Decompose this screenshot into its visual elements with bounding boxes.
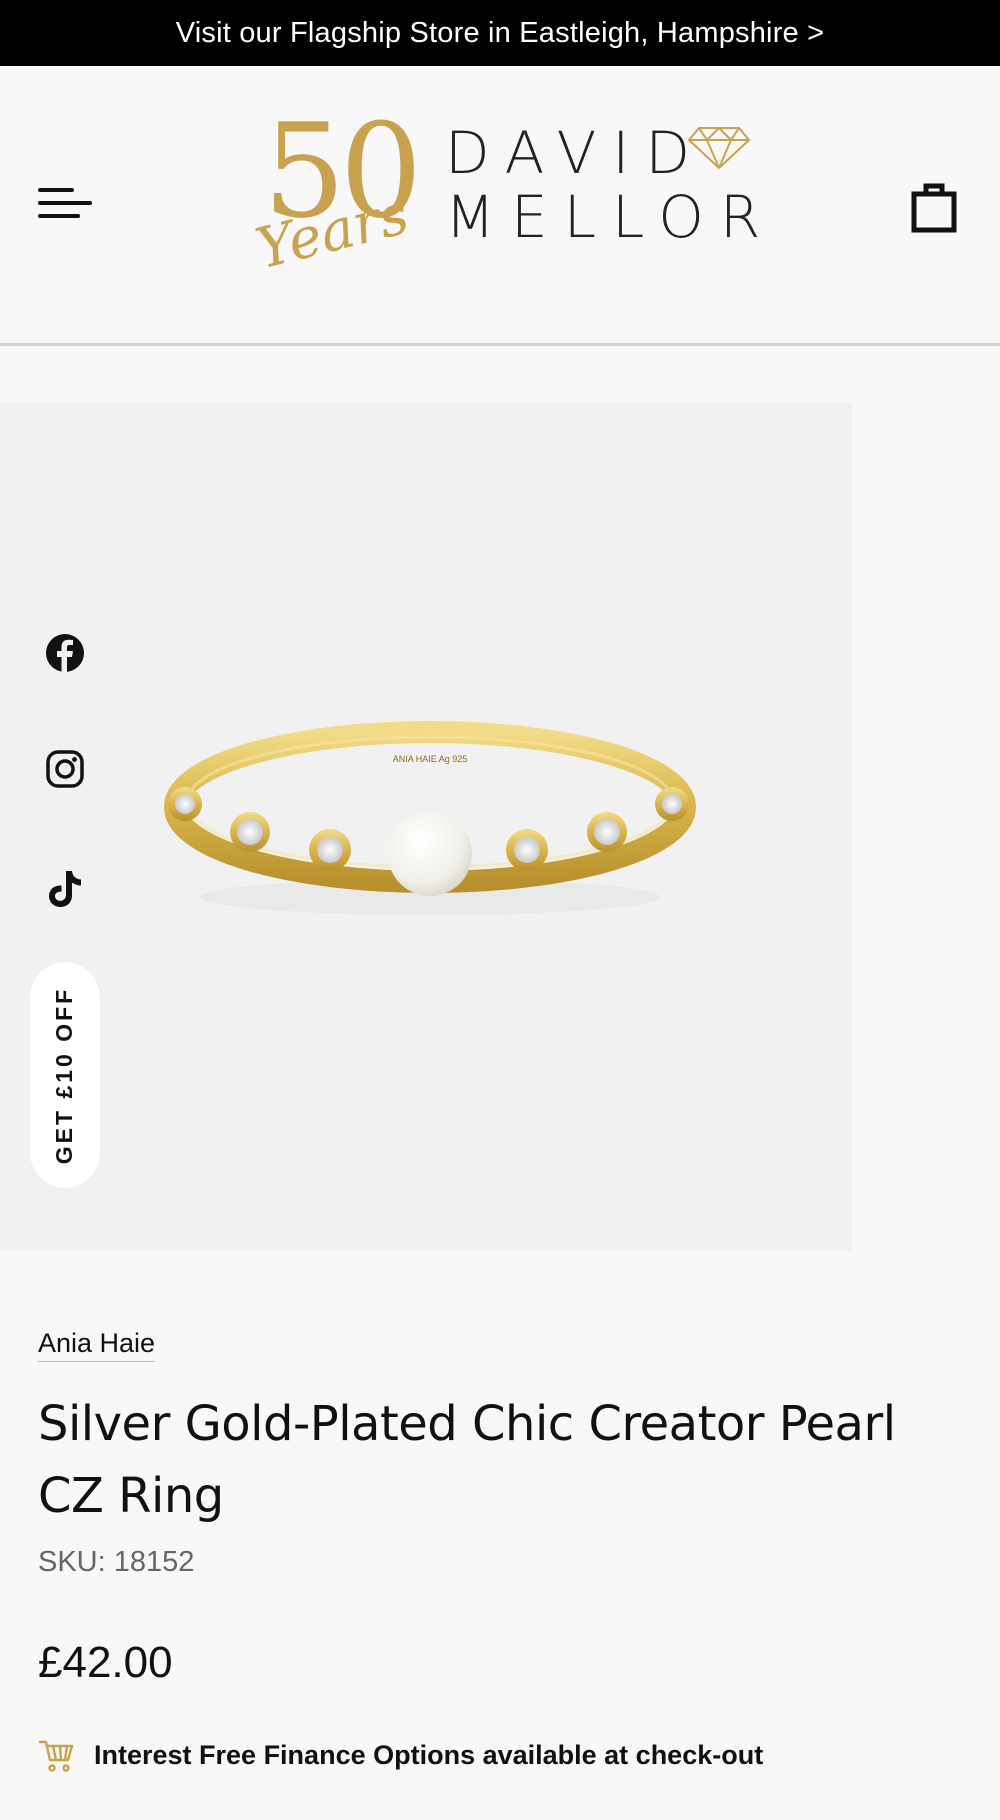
instagram-icon	[46, 750, 84, 788]
shopping-bag-icon	[911, 183, 957, 233]
ring-engraving: ANIA HAIE Ag 925	[393, 754, 468, 764]
finance-notice: Interest Free Finance Options available …	[38, 1736, 763, 1774]
facebook-icon	[46, 634, 84, 673]
product-title: Silver Gold-Plated Chic Creator Pearl CZ…	[38, 1396, 896, 1524]
hamburger-menu-icon	[38, 188, 74, 192]
facebook-link[interactable]	[40, 628, 90, 678]
product-image-gallery[interactable]: ANIA HAIE Ag 925	[0, 402, 852, 1250]
site-logo[interactable]: 50 Years DAVID MELLOR	[245, 106, 765, 296]
product-price: £42.00	[38, 1638, 173, 1687]
site-header: 50 Years DAVID MELLOR	[0, 66, 1000, 346]
announcement-text[interactable]: Visit our Flagship Store in Eastleigh, H…	[176, 17, 825, 50]
finance-text: Interest Free Finance Options available …	[94, 1739, 764, 1770]
shopping-cart-icon	[38, 1740, 74, 1772]
discount-tab-label[interactable]: GET £10 OFF	[52, 986, 79, 1163]
product-sku: SKU: 18152	[38, 1546, 195, 1578]
product-brand-link[interactable]: Ania Haie	[38, 1328, 156, 1362]
tiktok-icon	[49, 871, 81, 907]
tiktok-link[interactable]	[40, 864, 90, 914]
announcement-bar[interactable]: Visit our Flagship Store in Eastleigh, H…	[0, 0, 1000, 66]
menu-button[interactable]	[38, 184, 96, 224]
product-image[interactable]: ANIA HAIE Ag 925	[160, 702, 700, 942]
instagram-link[interactable]	[40, 744, 90, 794]
discount-tab[interactable]: GET £10 OFF	[30, 962, 100, 1188]
diamond-icon	[687, 127, 751, 170]
logo-brand-line2: MELLOR	[445, 183, 777, 251]
cart-button[interactable]	[910, 178, 958, 234]
logo-brand-line1: DAVID	[445, 119, 707, 187]
